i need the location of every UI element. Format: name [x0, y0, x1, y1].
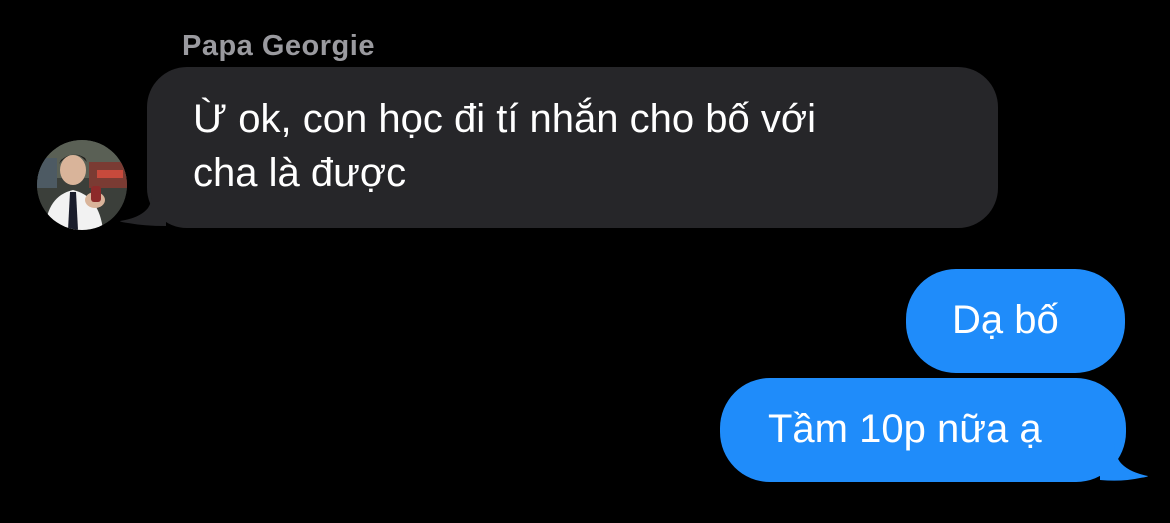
sender-avatar[interactable]: [37, 140, 127, 230]
sender-name: Papa Georgie: [182, 30, 375, 62]
incoming-message-bubble[interactable]: Ừ ok, con học đi tí nhắn cho bố với cha …: [147, 67, 998, 228]
outgoing-message-text: Dạ bố: [952, 298, 1059, 342]
avatar-photo-icon: [37, 140, 127, 230]
outgoing-message-text: Tầm 10p nữa ạ: [768, 407, 1042, 451]
incoming-message-text: Ừ ok, con học đi tí nhắn cho bố với cha …: [193, 97, 816, 195]
outgoing-message-bubble[interactable]: Dạ bố: [906, 269, 1125, 373]
outgoing-message-bubble[interactable]: Tầm 10p nữa ạ: [720, 378, 1126, 482]
incoming-bubble-tail: [120, 192, 166, 226]
outgoing-bubble-tail: [1100, 444, 1148, 481]
